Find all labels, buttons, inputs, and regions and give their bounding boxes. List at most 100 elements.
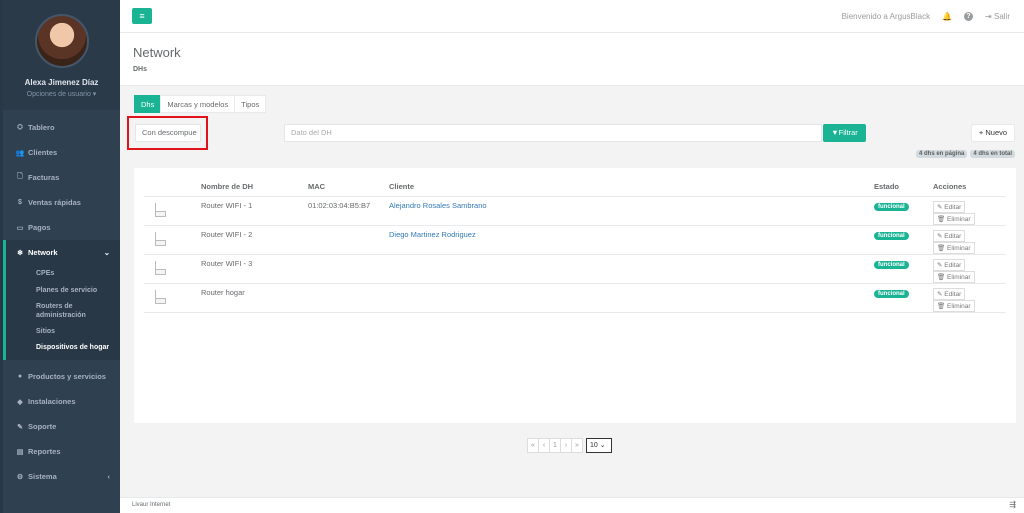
table-row: Router WIFI - 1 01:02:03:04:B5:B7 Alejan…: [144, 196, 1006, 226]
tachometer-icon: ⛭: [17, 123, 23, 131]
status-badge: funcional: [874, 289, 909, 298]
dh-name: Router WIFI - 2: [198, 225, 305, 255]
edit-button[interactable]: ✎ Editar: [933, 258, 966, 271]
topbar-right: Bienvenido a ArgusBlack 🔔 ? ⇥ Salir: [842, 12, 1010, 21]
sidebar-item-instalaciones[interactable]: ◆ Instalaciones: [3, 389, 120, 414]
footer: Livaur Internet ⇶: [120, 497, 1024, 513]
dh-mac: [305, 254, 386, 284]
top-navbar: ≡ Bienvenido a ArgusBlack 🔔 ? ⇥ Salir: [120, 0, 1024, 33]
logout-link[interactable]: ⇥ Salir: [985, 12, 1010, 21]
sidebar-item-label: Productos y servicios: [28, 372, 106, 381]
delete-button[interactable]: 🗑 Eliminar: [933, 270, 975, 283]
edit-button[interactable]: ✎ Editar: [933, 287, 966, 300]
dh-table: Nombre de DH MAC Cliente Estado Acciones…: [144, 178, 1006, 313]
footer-text: Livaur Internet: [132, 502, 171, 508]
sidebar-item-soporte[interactable]: ✎ Soporte: [3, 414, 120, 439]
user-name: Alexa Jimenez Díaz: [24, 78, 99, 87]
dh-name: Router WIFI - 3: [198, 254, 305, 284]
menu-toggle-button[interactable]: ≡: [132, 8, 152, 24]
chevron-left-icon: ‹: [107, 472, 111, 481]
cogs-icon: ⚙: [16, 473, 24, 481]
sidebar-item-clientes[interactable]: 👥 Clientes: [3, 140, 120, 165]
per-page-select[interactable]: 10 ⌄: [586, 438, 612, 453]
status-badge: funcional: [874, 202, 909, 211]
tab-dhs[interactable]: Dhs: [134, 95, 162, 113]
sidebar-item-label: Facturas: [28, 173, 60, 182]
sidebar-subitem-cpes[interactable]: CPEs: [3, 265, 120, 282]
new-button[interactable]: + Nuevo: [971, 124, 1015, 142]
sidebar-item-pagos[interactable]: ▭ Pagos: [3, 215, 120, 240]
search-input[interactable]: Dato del DH: [284, 124, 822, 142]
status-badge: funcional: [874, 260, 909, 269]
money-icon: ▭: [16, 224, 24, 232]
router-icon: [155, 231, 166, 246]
sidebar-item-reportes[interactable]: ▤ Reportes: [3, 439, 120, 464]
user-options-dropdown[interactable]: Opciones de usuario ▾: [3, 90, 120, 98]
filter-button[interactable]: ▼Filtrar: [823, 124, 866, 142]
delete-button[interactable]: 🗑 Eliminar: [933, 241, 975, 254]
plug-icon: ◆: [17, 398, 23, 406]
sidebar-toggle-icon[interactable]: ⇶: [1009, 498, 1016, 512]
sidebar-subitem-sitios[interactable]: Sitios: [3, 323, 120, 340]
delete-button[interactable]: 🗑 Eliminar: [933, 212, 975, 225]
edit-button[interactable]: ✎ Editar: [933, 200, 966, 213]
tag-icon: ●: [17, 373, 23, 380]
help-icon[interactable]: ?: [964, 12, 974, 21]
sidebar-item-network[interactable]: ❄ Network ⌄: [3, 240, 120, 265]
tabs: Dhs Marcas y modelos Tipos: [134, 95, 267, 113]
sidebar-item-facturas[interactable]: 🗋 Facturas: [3, 165, 120, 190]
sidebar-item-label: Network: [28, 248, 58, 257]
sidebar-item-tablero[interactable]: ⛭ Tablero: [3, 115, 120, 140]
welcome-text: Bienvenido a ArgusBlack: [841, 12, 931, 21]
count-badges: 4 dhs en página 4 dhs en total: [915, 150, 1015, 158]
sidebar-item-label: Ventas rápidas: [28, 198, 81, 207]
table-card: Nombre de DH MAC Cliente Estado Acciones…: [134, 168, 1016, 423]
sidebar-item-label: Sistema: [28, 472, 57, 481]
dh-mac: 01:02:03:04:B5:B7: [305, 196, 386, 226]
sidebar-item-label: Pagos: [28, 223, 51, 232]
sidebar-nav: ⛭ Tablero 👥 Clientes 🗋 Facturas $ Ventas ráp…: [3, 115, 120, 489]
dollar-icon: $: [18, 199, 22, 206]
client-link[interactable]: Alejandro Rosales Sambrano: [389, 201, 487, 210]
delete-button[interactable]: 🗑 Eliminar: [933, 299, 975, 312]
breadcrumb: DHs: [133, 66, 148, 73]
sidebar-subitem-planes[interactable]: Planes de servicio: [3, 282, 120, 299]
sidebar-item-label: Tablero: [28, 123, 55, 132]
sidebar-item-label: Soporte: [28, 422, 57, 431]
client-link[interactable]: Diego Martinez Rodriguez: [389, 230, 476, 239]
dh-mac: [305, 225, 386, 255]
col-status: Estado: [871, 178, 930, 197]
dh-name: Router hogar: [198, 283, 305, 313]
status-filter-select[interactable]: Con descompue: [135, 124, 201, 142]
dh-name: Router WIFI - 1: [198, 196, 305, 226]
wrench-icon: ✎: [17, 423, 23, 431]
table-row: Router hogar funcional ✎ Editar🗑 Elimina…: [144, 283, 1006, 313]
last-page-button[interactable]: »: [571, 438, 583, 453]
sidebar-subitem-routers[interactable]: Routers de administración: [3, 299, 120, 323]
col-icon: [144, 178, 198, 197]
dh-mac: [305, 283, 386, 313]
sidebar-item-sistema[interactable]: ⚙ Sistema ‹: [3, 464, 120, 489]
sidebar-subitem-dispositivos[interactable]: Dispositivos de hogar: [3, 340, 120, 360]
sidebar-item-label: Reportes: [28, 447, 61, 456]
tab-marcas-modelos[interactable]: Marcas y modelos: [160, 95, 236, 113]
sidebar-item-ventas[interactable]: $ Ventas rápidas: [3, 190, 120, 215]
router-icon: [155, 289, 166, 304]
col-mac: MAC: [305, 178, 386, 197]
bell-icon[interactable]: 🔔: [942, 12, 952, 21]
logout-icon: ⇥: [985, 12, 992, 21]
page-count-badge: 4 dhs en página: [915, 150, 968, 158]
sidebar-item-productos[interactable]: ● Productos y servicios: [3, 364, 120, 389]
avatar[interactable]: [34, 14, 89, 68]
col-name: Nombre de DH: [198, 178, 305, 197]
page-header: Network DHs: [120, 33, 1024, 86]
tab-tipos[interactable]: Tipos: [234, 95, 267, 113]
chevron-down-icon: ⌄: [103, 248, 110, 257]
file-icon: 🗋: [17, 173, 23, 180]
table-row: Router WIFI - 3 funcional ✎ Editar🗑 Elim…: [144, 254, 1006, 284]
snowflake-icon: ❄: [17, 250, 23, 257]
col-client: Cliente: [386, 178, 871, 197]
edit-button[interactable]: ✎ Editar: [933, 229, 966, 242]
status-badge: funcional: [874, 231, 909, 240]
router-icon: [155, 260, 166, 275]
